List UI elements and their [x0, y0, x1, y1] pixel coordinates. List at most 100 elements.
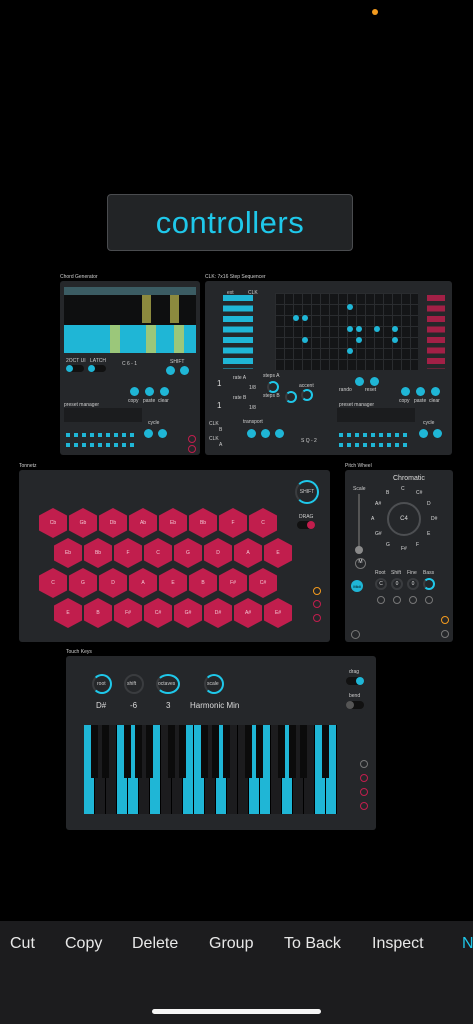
tonnetz-hex[interactable]: Bb [84, 538, 112, 568]
tonnetz-hex[interactable]: C# [249, 568, 277, 598]
tonnetz-hex[interactable]: B [84, 598, 112, 628]
chord-generator-panel[interactable]: 2OCT UI LATCH C 6 - 1 SHIFT copy paste c… [60, 281, 200, 455]
sequencer-ext-buttons[interactable] [223, 295, 253, 369]
tonnetz-hex[interactable]: G [69, 568, 97, 598]
seq-cycle-prev[interactable] [419, 429, 428, 438]
pitch-wheel-note[interactable]: A [371, 516, 374, 522]
tonnetz-hex[interactable]: Eb [54, 538, 82, 568]
tk-button-4[interactable] [360, 802, 368, 810]
random-button[interactable] [355, 377, 364, 386]
pitch-wheel-notes[interactable]: C C# D D# E F F# G G# A A# B [371, 486, 437, 552]
tonnetz-hex[interactable]: D [99, 568, 127, 598]
black-key[interactable] [223, 725, 230, 779]
seq-paste-button[interactable] [416, 387, 425, 396]
tonnetz-hex[interactable]: Cb [39, 508, 67, 538]
seq-clear-button[interactable] [431, 387, 440, 396]
pitch-wheel-note[interactable]: G# [375, 531, 382, 537]
black-key[interactable] [322, 725, 329, 779]
pitch-wheel-control-m-button[interactable] [377, 596, 385, 604]
pitch-wheel-control-knob[interactable]: C [375, 578, 387, 590]
pitch-wheel-note[interactable]: D [427, 501, 431, 507]
pitch-wheel-note[interactable]: E [427, 531, 430, 537]
tk-button-1[interactable] [360, 760, 368, 768]
tonnetz-hex[interactable]: F# [219, 568, 247, 598]
tonnetz-hex[interactable]: A [234, 538, 262, 568]
tonnetz-midi-button[interactable] [313, 614, 321, 622]
seq-preset-grid[interactable] [337, 408, 415, 422]
pitch-wheel-control-knob[interactable]: 0 [391, 578, 403, 590]
tonnetz-hex[interactable]: C [249, 508, 277, 538]
midi-out-button[interactable] [188, 435, 196, 443]
black-key[interactable] [278, 725, 285, 779]
chord-dot-row[interactable] [66, 433, 138, 437]
black-key[interactable] [201, 725, 208, 779]
black-key[interactable] [179, 725, 186, 779]
tonnetz-hex[interactable]: Db [99, 508, 127, 538]
preset-grid[interactable] [64, 408, 142, 422]
copy-button[interactable] [130, 387, 139, 396]
stop-button[interactable] [275, 429, 284, 438]
home-indicator[interactable] [152, 1009, 321, 1014]
sequencer-midi-buttons[interactable] [427, 295, 445, 369]
delete-button[interactable]: Delete [132, 935, 178, 953]
black-key[interactable] [212, 725, 219, 779]
more-button[interactable]: N [462, 935, 473, 953]
tonnetz-hex[interactable]: B [189, 568, 217, 598]
pitch-wheel-grey-button[interactable] [441, 630, 449, 638]
tonnetz-hex[interactable]: G [174, 538, 202, 568]
touch-keyboard[interactable] [84, 725, 337, 814]
touch-keys-panel[interactable]: root shift octaves scale D# -6 3 Harmoni… [66, 656, 376, 830]
pause-button[interactable] [247, 429, 256, 438]
pitch-wheel-control-m-button[interactable] [425, 596, 433, 604]
group-button[interactable]: Group [209, 935, 253, 953]
tonnetz-hold-button[interactable] [313, 587, 321, 595]
tonnetz-hex[interactable]: A# [234, 598, 262, 628]
pitch-wheel-panel[interactable]: Chromatic Scale M C4 C C# D D# E F F# G G# A A# B M… [345, 470, 453, 642]
tonnetz-hex[interactable]: Gb [69, 508, 97, 538]
copy-button-toolbar[interactable]: Copy [65, 935, 102, 953]
steps-b-knob[interactable] [285, 391, 297, 403]
tonnetz-hex[interactable]: C [144, 538, 172, 568]
tonnetz-hex[interactable]: E [264, 538, 292, 568]
black-key[interactable] [91, 725, 98, 779]
cycle-next-button[interactable] [158, 429, 167, 438]
sequencer-grid[interactable] [275, 293, 418, 370]
cut-button[interactable]: Cut [10, 935, 35, 953]
pitch-wheel-m-button[interactable] [351, 630, 360, 639]
steps-a-knob[interactable] [267, 381, 279, 393]
pitch-wheel-controls[interactable]: Root C Shift 0 Fine 0 Bass [375, 570, 449, 610]
chord-dot-row-2[interactable] [66, 443, 138, 447]
paste-button[interactable] [145, 387, 154, 396]
tonnetz-hex[interactable]: D [204, 538, 232, 568]
tonnetz-hex[interactable]: F [219, 508, 247, 538]
black-key[interactable] [245, 725, 252, 779]
scale-m-button[interactable]: M [355, 558, 366, 569]
next-button[interactable] [180, 366, 189, 375]
clear-button[interactable] [160, 387, 169, 396]
latch-toggle[interactable] [66, 365, 84, 372]
sequencer-panel[interactable]: ext CLK rate A rate B steps A steps B ac… [205, 281, 452, 455]
pitch-wheel-control-m-button[interactable] [393, 596, 401, 604]
tonnetz-hex[interactable]: C [39, 568, 67, 598]
pitch-wheel-note[interactable]: C# [416, 490, 422, 496]
tonnetz-hex[interactable]: Ab [129, 508, 157, 538]
tonnetz-t-button[interactable] [313, 600, 321, 608]
drag-toggle[interactable] [346, 677, 364, 685]
seq-cycle-next[interactable] [433, 429, 442, 438]
oct-toggle[interactable] [88, 365, 106, 372]
tonnetz-shift-knob[interactable]: SHIFT [295, 480, 319, 504]
pitch-wheel-note[interactable]: D# [431, 516, 437, 522]
accent-knob[interactable] [301, 389, 313, 401]
tonnetz-hex[interactable]: Bb [189, 508, 217, 538]
black-key[interactable] [168, 725, 175, 779]
tonnetz-hex[interactable]: C# [144, 598, 172, 628]
pitch-wheel-orange-button[interactable] [441, 616, 449, 624]
chord-keyboard[interactable] [64, 295, 196, 353]
black-key[interactable] [124, 725, 131, 779]
pitch-wheel-note[interactable]: F# [401, 546, 407, 552]
to-back-button[interactable]: To Back [284, 935, 341, 953]
pitch-wheel-control-knob[interactable]: 0 [407, 578, 419, 590]
seq-dot-row-2[interactable] [339, 443, 411, 447]
black-key[interactable] [135, 725, 142, 779]
black-key[interactable] [102, 725, 109, 779]
